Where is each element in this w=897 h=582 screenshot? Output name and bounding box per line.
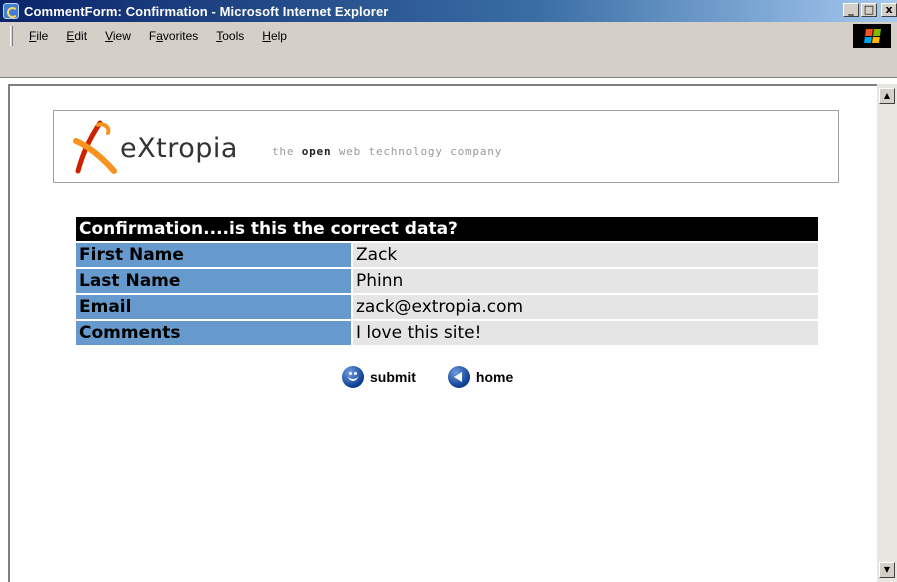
menu-edit[interactable]: Edit [57, 29, 96, 43]
back-arrow-icon [447, 366, 470, 388]
windows-flag-icon [864, 29, 881, 43]
scroll-up-button[interactable]: ▲ [879, 88, 895, 104]
vertical-scrollbar[interactable]: ▲ ▼ [877, 84, 897, 582]
windows-logo-throbber [853, 24, 891, 48]
menu-tools[interactable]: Tools [207, 29, 253, 43]
window-titlebar: CommentForm: Confirmation - Microsoft In… [0, 0, 897, 22]
submit-label: submit [370, 369, 416, 385]
home-label: home [475, 369, 514, 385]
submit-button[interactable]: submit [342, 366, 416, 388]
minimize-button[interactable]: _ [843, 3, 859, 17]
window-controls: _ □ x [843, 3, 897, 17]
field-value-comments: I love this site! [353, 321, 818, 345]
home-button[interactable]: home [447, 366, 514, 388]
table-row: Last Name Phinn [76, 269, 818, 293]
smiley-icon [342, 366, 364, 388]
field-label-first-name: First Name [76, 243, 351, 267]
confirmation-table: Confirmation....is this the correct data… [76, 217, 818, 345]
form-actions: submit home [342, 366, 513, 388]
field-label-last-name: Last Name [76, 269, 351, 293]
logo-banner: eXtropia the open web technology company [53, 110, 839, 183]
table-row: Email zack@extropia.com [76, 295, 818, 319]
toolbar-grip[interactable] [10, 26, 13, 46]
field-value-last-name: Phinn [353, 269, 818, 293]
close-button[interactable]: x [881, 3, 897, 17]
menu-bar: File Edit View Favorites Tools Help [0, 22, 897, 78]
field-label-email: Email [76, 295, 351, 319]
maximize-button[interactable]: □ [861, 3, 877, 17]
confirmation-header: Confirmation....is this the correct data… [76, 217, 818, 241]
table-row: First Name Zack [76, 243, 818, 267]
window-title: CommentForm: Confirmation - Microsoft In… [24, 3, 389, 19]
extropia-x-logo-icon [73, 120, 117, 174]
field-value-first-name: Zack [353, 243, 818, 267]
menu-help[interactable]: Help [253, 29, 296, 43]
extropia-wordmark: eXtropia [120, 133, 238, 164]
table-row: Comments I love this site! [76, 321, 818, 345]
field-label-comments: Comments [76, 321, 351, 345]
ie-icon [3, 3, 19, 19]
menu-file[interactable]: File [20, 29, 57, 43]
menu-row: File Edit View Favorites Tools Help [20, 22, 296, 50]
field-value-email: zack@extropia.com [353, 295, 818, 319]
scroll-down-button[interactable]: ▼ [879, 562, 895, 578]
menu-favorites[interactable]: Favorites [140, 29, 207, 43]
logo-tagline: the open web technology company [272, 145, 503, 158]
menu-view[interactable]: View [96, 29, 140, 43]
